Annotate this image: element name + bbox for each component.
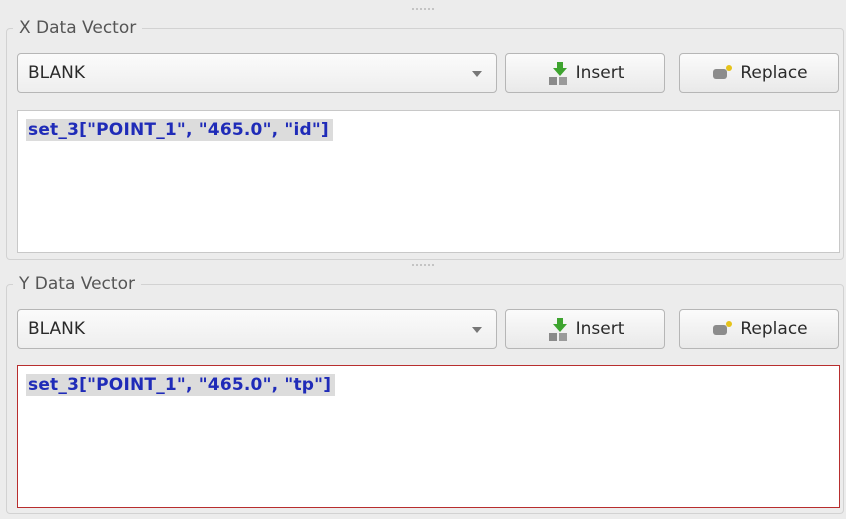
y-expression-text: set_3["POINT_1", "465.0", "tp"]	[26, 374, 336, 396]
x-replace-label: Replace	[740, 63, 808, 83]
splitter-handle-top[interactable]	[412, 8, 434, 12]
x-expression-text: set_3["POINT_1", "465.0", "id"]	[26, 119, 333, 141]
chevron-down-icon	[472, 71, 482, 77]
y-vector-dropdown-value: BLANK	[28, 319, 86, 339]
x-vector-dropdown[interactable]: BLANK	[17, 53, 497, 93]
x-vector-dropdown-value: BLANK	[28, 63, 86, 83]
replace-icon	[713, 321, 733, 335]
x-data-vector-title: X Data Vector	[13, 15, 143, 41]
x-data-vector-group: X Data Vector BLANK Insert Replace set_3…	[6, 15, 844, 260]
y-replace-button[interactable]: Replace	[679, 309, 839, 349]
y-insert-button[interactable]: Insert	[505, 309, 665, 349]
y-expression-field[interactable]: set_3["POINT_1", "465.0", "tp"]	[17, 365, 840, 508]
splitter-handle-middle[interactable]	[412, 264, 434, 268]
y-replace-label: Replace	[740, 319, 808, 339]
y-data-vector-title: Y Data Vector	[13, 271, 141, 297]
x-expression-field[interactable]: set_3["POINT_1", "465.0", "id"]	[17, 110, 840, 253]
replace-icon	[713, 65, 733, 79]
x-replace-button[interactable]: Replace	[679, 53, 839, 93]
insert-icon	[548, 318, 567, 341]
x-insert-button[interactable]: Insert	[505, 53, 665, 93]
chevron-down-icon	[472, 327, 482, 333]
insert-icon	[548, 62, 567, 85]
y-insert-label: Insert	[575, 319, 625, 339]
y-data-vector-group: Y Data Vector BLANK Insert Replace set_3…	[6, 271, 844, 514]
y-vector-dropdown[interactable]: BLANK	[17, 309, 497, 349]
x-insert-label: Insert	[575, 63, 625, 83]
